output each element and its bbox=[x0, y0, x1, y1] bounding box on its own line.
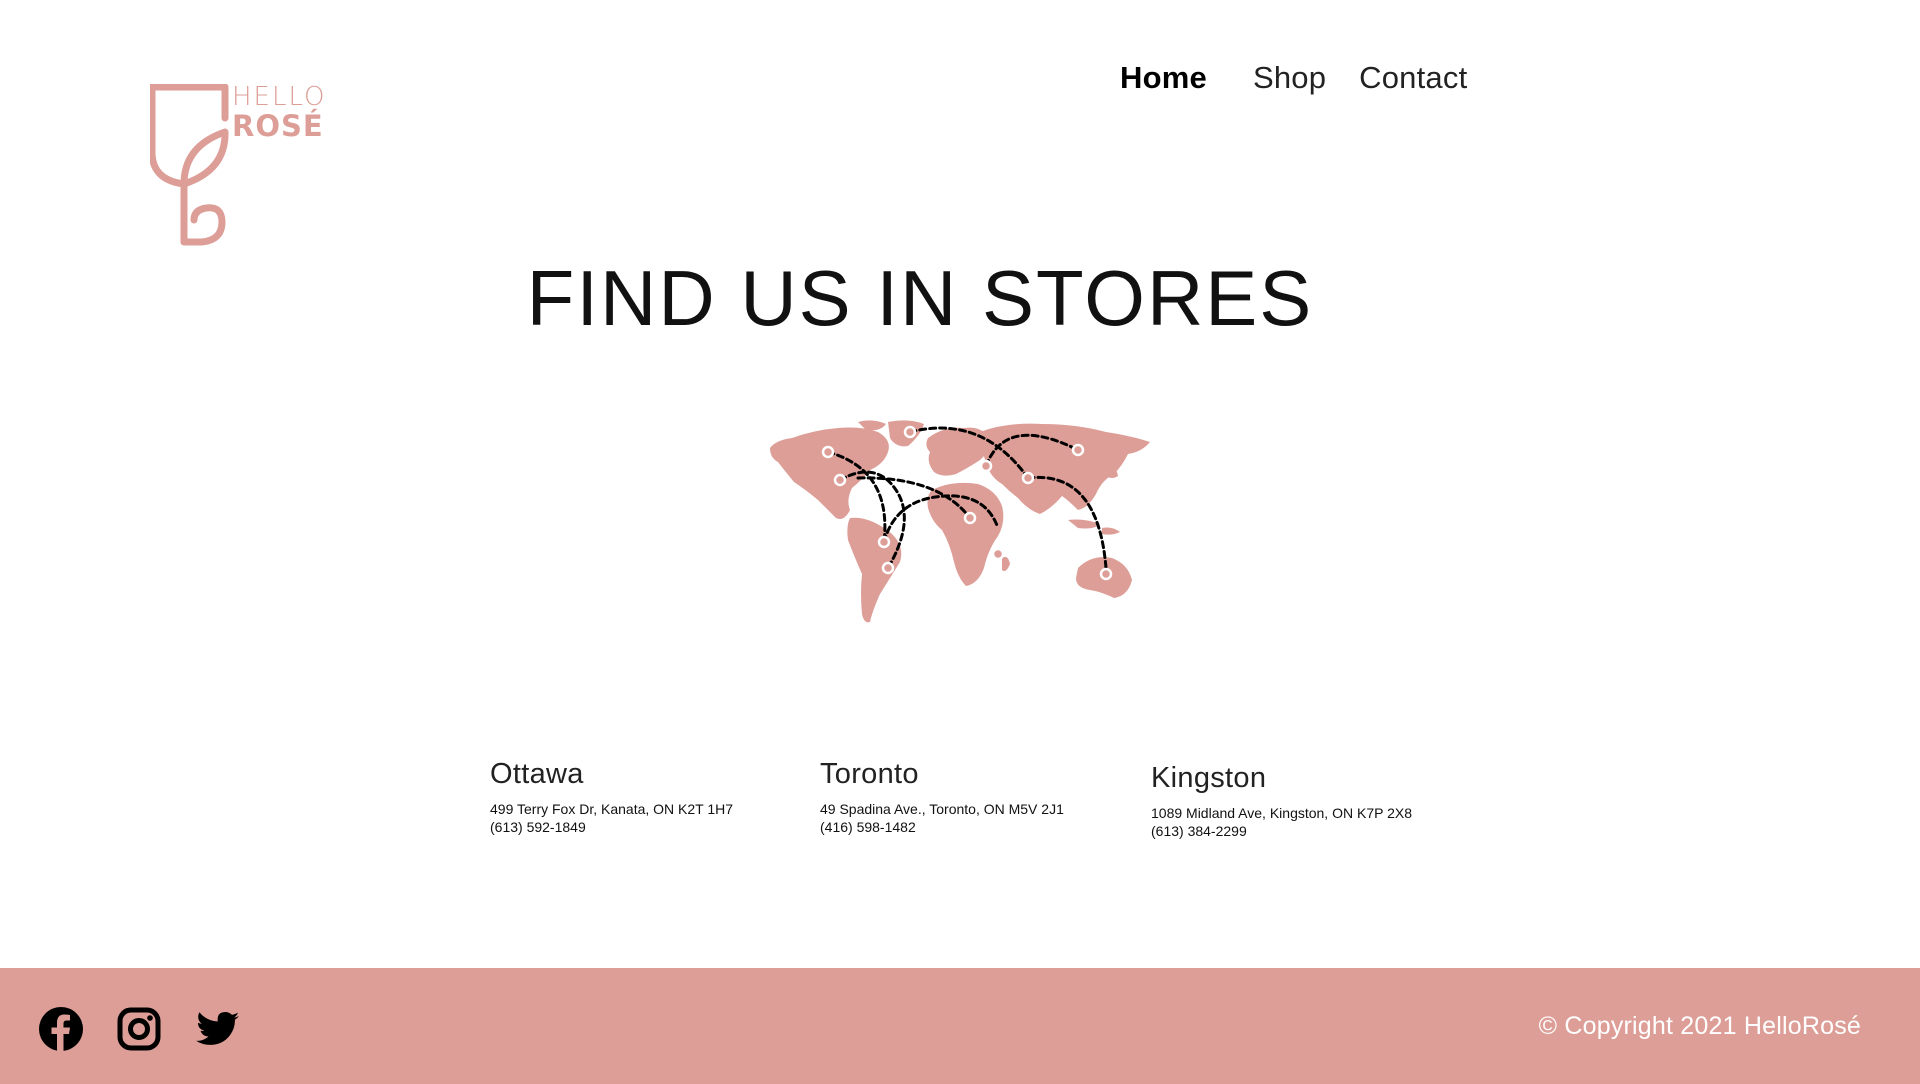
nav-contact-link[interactable]: Contact bbox=[1359, 60, 1467, 96]
store-phone[interactable]: (613) 592-1849 bbox=[490, 818, 733, 836]
store-city: Kingston bbox=[1151, 762, 1267, 794]
store-ottawa: Ottawa 499 Terry Fox Dr, Kanata, ON K2T … bbox=[490, 758, 733, 836]
copyright-text: © Copyright 2021 HelloRosé bbox=[1538, 1012, 1861, 1040]
store-address: 499 Terry Fox Dr, Kanata, ON K2T 1H7 bbox=[490, 801, 734, 817]
page-title: FIND US IN STORES bbox=[526, 254, 1314, 342]
world-map-icon bbox=[766, 418, 1154, 626]
main-nav: Home Shop Contact bbox=[1120, 60, 1467, 96]
store-address: 1089 Midland Ave, Kingston, ON K7P 2X8 bbox=[1151, 805, 1412, 821]
instagram-icon[interactable] bbox=[117, 1007, 161, 1051]
nav-home-link[interactable]: Home bbox=[1120, 60, 1207, 96]
facebook-icon[interactable] bbox=[39, 1007, 83, 1051]
store-address: 49 Spadina Ave., Toronto, ON M5V 2J1 bbox=[820, 801, 1064, 817]
store-city: Ottawa bbox=[490, 758, 584, 790]
store-phone[interactable]: (416) 598-1482 bbox=[820, 818, 1064, 836]
wine-glass-logo-icon: HELLO ROSÉ bbox=[150, 84, 327, 246]
store-list: Ottawa 499 Terry Fox Dr, Kanata, ON K2T … bbox=[490, 758, 1490, 848]
nav-shop-link[interactable]: Shop bbox=[1253, 60, 1326, 96]
store-city: Toronto bbox=[820, 758, 919, 790]
store-kingston: Kingston 1089 Midland Ave, Kingston, ON … bbox=[1151, 762, 1412, 840]
svg-text:HELLO: HELLO bbox=[232, 84, 327, 112]
page: HELLO ROSÉ Home Shop Contact FIND US IN … bbox=[0, 0, 1920, 1084]
twitter-icon[interactable] bbox=[196, 1007, 240, 1051]
footer: © Copyright 2021 HelloRosé bbox=[0, 968, 1920, 1084]
store-toronto: Toronto 49 Spadina Ave., Toronto, ON M5V… bbox=[820, 758, 1064, 836]
svg-text:ROSÉ: ROSÉ bbox=[232, 109, 324, 143]
store-phone[interactable]: (613) 384-2299 bbox=[1151, 822, 1412, 840]
hello-rose-logo[interactable]: HELLO ROSÉ bbox=[150, 84, 350, 250]
